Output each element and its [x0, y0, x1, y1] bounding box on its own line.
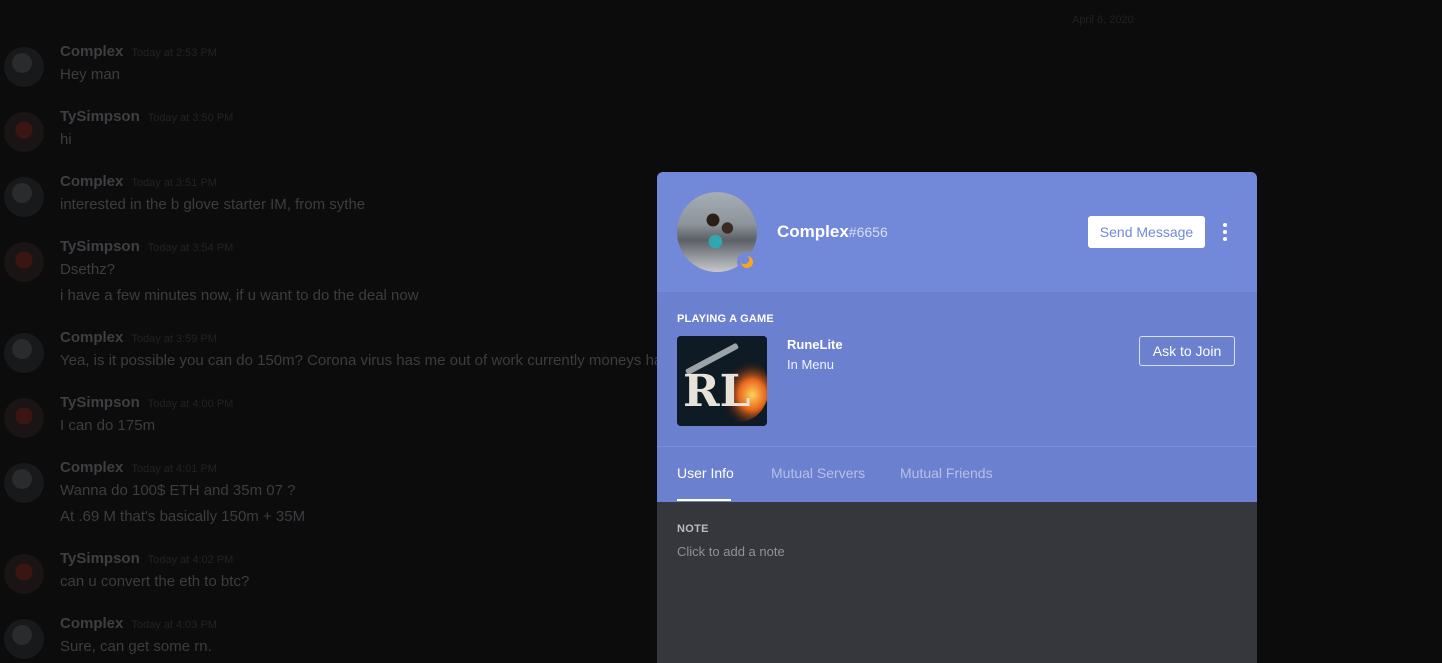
idle-status-icon	[737, 252, 757, 272]
send-message-button[interactable]: Send Message	[1088, 216, 1205, 248]
profile-header: Complex#6656 Send Message	[657, 172, 1257, 292]
profile-tabs: User Info Mutual Servers Mutual Friends	[657, 446, 1257, 502]
tab-user-info[interactable]: User Info	[677, 465, 734, 481]
user-info-panel: NOTE	[657, 502, 1257, 663]
note-input[interactable]	[677, 544, 1237, 559]
profile-username: Complex#6656	[777, 222, 888, 241]
user-profile-modal: Complex#6656 Send Message PLAYING A GAME…	[657, 172, 1257, 663]
svg-text:RL: RL	[683, 366, 751, 417]
active-tab-indicator	[677, 499, 731, 501]
ask-to-join-button[interactable]: Ask to Join	[1139, 336, 1235, 366]
game-state: In Menu	[787, 357, 834, 372]
more-options-icon[interactable]	[1217, 220, 1233, 244]
game-name: RuneLite	[787, 337, 843, 352]
profile-discriminator: #6656	[848, 224, 888, 240]
note-heading: NOTE	[677, 523, 709, 535]
game-art-icon: RL	[677, 336, 767, 426]
tab-mutual-servers[interactable]: Mutual Servers	[771, 465, 865, 481]
tab-mutual-friends[interactable]: Mutual Friends	[900, 465, 993, 481]
activity-heading: PLAYING A GAME	[677, 313, 774, 325]
activity-section: PLAYING A GAME RL RuneLite In Menu Ask t…	[657, 292, 1257, 446]
